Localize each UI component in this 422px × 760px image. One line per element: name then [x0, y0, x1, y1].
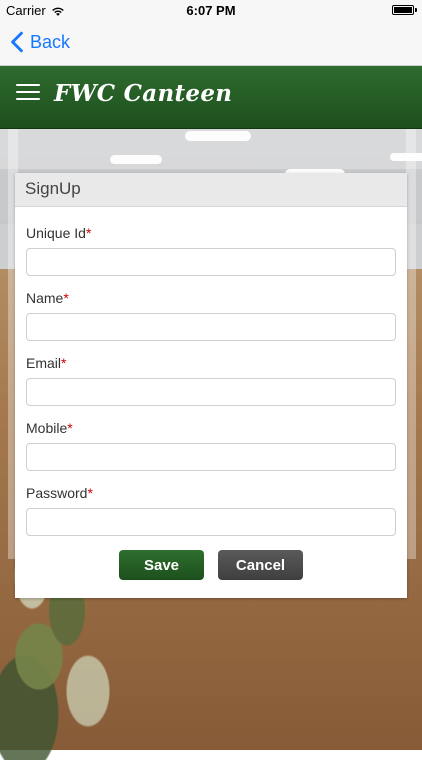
- signup-form: Unique Id* Name* Email* Mobile* Password: [15, 207, 407, 580]
- save-button[interactable]: Save: [119, 550, 204, 580]
- chevron-left-icon: [11, 31, 23, 53]
- status-bar: Carrier 6:07 PM: [0, 0, 422, 22]
- unique-id-label-text: Unique Id: [26, 225, 86, 241]
- field-email: Email*: [26, 355, 396, 406]
- unique-id-input[interactable]: [26, 248, 396, 276]
- required-asterisk: *: [85, 225, 92, 241]
- email-input[interactable]: [26, 378, 396, 406]
- password-label: Password*: [26, 485, 396, 501]
- required-asterisk: *: [87, 485, 93, 501]
- battery-icon: [392, 5, 417, 15]
- required-asterisk: *: [61, 355, 67, 371]
- app-header: FWC Canteen: [0, 66, 422, 129]
- form-actions: Save Cancel: [26, 550, 396, 580]
- back-label: Back: [30, 31, 71, 52]
- field-unique-id: Unique Id*: [26, 225, 396, 276]
- password-label-text: Password: [26, 485, 88, 501]
- required-asterisk: *: [67, 420, 73, 436]
- email-label-text: Email: [26, 355, 62, 371]
- mobile-label: Mobile*: [26, 420, 396, 436]
- signup-card-header: SignUp: [15, 173, 407, 207]
- field-password: Password*: [26, 485, 396, 536]
- status-time: 6:07 PM: [186, 3, 236, 18]
- app-brand-title: FWC Canteen: [54, 80, 233, 107]
- field-name: Name*: [26, 290, 396, 341]
- signup-card: SignUp Unique Id* Name* Email* Mobile* P…: [15, 173, 407, 598]
- name-label: Name*: [26, 290, 396, 306]
- signup-title: SignUp: [25, 179, 81, 198]
- cancel-button[interactable]: Cancel: [218, 550, 303, 580]
- field-mobile: Mobile*: [26, 420, 396, 471]
- ios-navigation-bar: Back: [0, 22, 422, 66]
- mobile-input[interactable]: [26, 443, 396, 471]
- hamburger-menu-icon[interactable]: [16, 84, 40, 102]
- name-input[interactable]: [26, 313, 396, 341]
- password-input[interactable]: [26, 508, 396, 536]
- back-button[interactable]: Back: [10, 31, 70, 53]
- unique-id-label: Unique Id*: [26, 225, 396, 241]
- email-label: Email*: [26, 355, 396, 371]
- mobile-label-text: Mobile: [26, 420, 68, 436]
- name-label-text: Name: [26, 290, 64, 306]
- required-asterisk: *: [63, 290, 69, 306]
